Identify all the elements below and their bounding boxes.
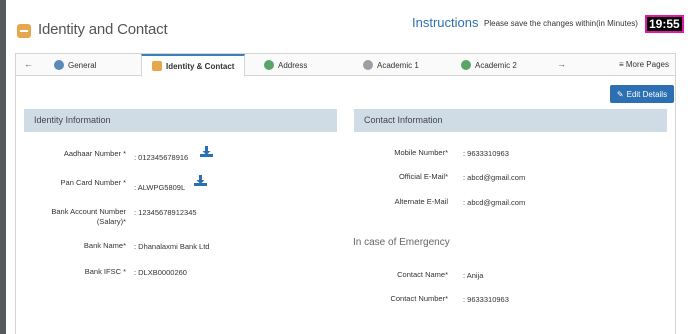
emergency-heading: In case of Emergency: [353, 237, 450, 248]
instructions-link[interactable]: Instructions: [412, 15, 478, 30]
tab-academic-2[interactable]: Academic 2: [461, 54, 517, 76]
tab-label: Academic 1: [377, 60, 419, 70]
tab-general[interactable]: General: [54, 54, 96, 76]
bank-ifsc-value: : DLXB0000260: [134, 268, 187, 277]
mobile-label: Mobile Number*: [394, 148, 448, 157]
pencil-icon: ✎: [616, 89, 624, 99]
mobile-value: : 9633310963: [463, 149, 509, 158]
tab-identity-contact[interactable]: Identity & Contact: [141, 54, 246, 77]
download-icon[interactable]: [193, 175, 208, 187]
tab-panel: ← General Identity & Contact Address Aca…: [15, 53, 676, 334]
tab-label: Academic 2: [475, 60, 517, 70]
user-icon: [54, 60, 64, 70]
aadhaar-label: Aadhaar Number *: [63, 149, 126, 158]
tab-label: Address: [278, 60, 308, 70]
contact-section-header: Contact Information: [354, 109, 667, 132]
id-card-icon: [152, 61, 162, 71]
bank-account-value: : 12345678912345: [134, 208, 197, 217]
identity-section-header: Identity Information: [24, 109, 337, 132]
tab-label: General: [68, 60, 97, 70]
countdown-timer: 19:55: [645, 15, 684, 33]
pan-label: Pan Card Number *: [60, 178, 126, 187]
id-card-icon: [17, 24, 31, 38]
tab-scroll-right-icon[interactable]: →: [557, 59, 566, 69]
academic-icon: [363, 60, 373, 70]
pan-value: : ALWPG5809L: [134, 183, 186, 192]
tab-label: Identity & Contact: [166, 61, 235, 71]
page-header: Identity and Contact Instructions Please…: [6, 0, 686, 52]
contact-number-value: : 9633310963: [463, 295, 509, 304]
academic-icon: [461, 60, 471, 70]
official-email-label: Official E-Mail*: [398, 172, 448, 181]
alternate-email-value: : abcd@gmail.com: [463, 198, 526, 207]
bank-account-label: Bank Account Number (Salary)*: [51, 207, 126, 226]
contact-name-value: : Anija: [463, 271, 484, 280]
bank-name-value: : Dhanalaxmi Bank Ltd: [134, 242, 210, 251]
tab-bar: ← General Identity & Contact Address Aca…: [16, 54, 675, 77]
page-title: Identity and Contact: [38, 21, 168, 38]
tab-academic-1[interactable]: Academic 1: [363, 54, 419, 76]
edit-details-button[interactable]: ✎ Edit Details: [610, 85, 674, 103]
tab-scroll-left-icon[interactable]: ←: [24, 59, 33, 69]
official-email-value: : abcd@gmail.com: [463, 173, 526, 182]
download-icon[interactable]: [199, 146, 214, 158]
alternate-email-label: Alternate E-Mail: [394, 197, 448, 206]
bank-ifsc-label: Bank IFSC *: [84, 267, 126, 276]
address-icon: [264, 60, 274, 70]
bank-name-label: Bank Name*: [83, 241, 126, 250]
main-frame: Identity and Contact Instructions Please…: [6, 0, 686, 334]
more-pages-menu[interactable]: ≡ More Pages: [619, 60, 669, 69]
edit-details-label: Edit Details: [626, 89, 668, 99]
tab-address[interactable]: Address: [264, 54, 307, 76]
aadhaar-value: : 012345678916: [134, 153, 189, 162]
contact-number-label: Contact Number*: [390, 294, 448, 303]
save-note: Please save the changes within(in Minute…: [484, 19, 638, 28]
contact-name-label: Contact Name*: [397, 270, 448, 279]
